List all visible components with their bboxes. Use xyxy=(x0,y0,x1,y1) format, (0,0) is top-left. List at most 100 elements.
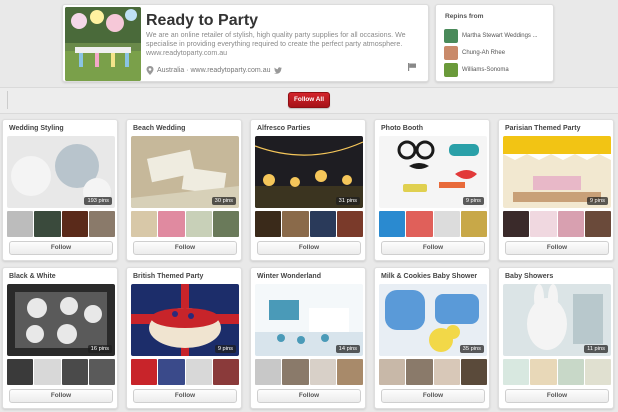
board-thumbnail[interactable] xyxy=(309,359,336,385)
board-thumbnail[interactable] xyxy=(131,359,158,385)
board-thumbnail[interactable] xyxy=(336,359,363,385)
board-title[interactable]: Black & White xyxy=(9,273,56,280)
bar-left-tab[interactable] xyxy=(0,91,8,109)
pin-count-badge: 35 pins xyxy=(459,345,484,353)
follow-all-button[interactable]: Follow All xyxy=(288,92,330,108)
follow-board-button[interactable]: Follow xyxy=(257,241,361,255)
board-thumbnail[interactable] xyxy=(584,359,611,385)
board-thumbnail[interactable] xyxy=(88,359,115,385)
board-thumbnails xyxy=(7,359,115,385)
board-card[interactable]: Alfresco Parties 31 pins Follow xyxy=(250,119,366,261)
board-thumbnail[interactable] xyxy=(379,359,406,385)
board-thumbnail[interactable] xyxy=(158,211,185,237)
board-thumbnail[interactable] xyxy=(530,359,557,385)
board-thumbnail[interactable] xyxy=(379,211,406,237)
report-flag-icon[interactable] xyxy=(408,63,416,71)
board-card[interactable]: Winter Wonderland 14 pins Follow xyxy=(250,267,366,409)
follow-board-button[interactable]: Follow xyxy=(257,389,361,403)
board-thumbnail[interactable] xyxy=(255,359,282,385)
repin-source-name: Martha Stewart Weddings ... xyxy=(462,33,538,39)
board-thumbnails xyxy=(255,359,363,385)
board-thumbnail[interactable] xyxy=(212,211,239,237)
board-card[interactable]: Photo Booth 9 pins Follow xyxy=(374,119,490,261)
board-thumbnail[interactable] xyxy=(309,211,336,237)
follow-board-button[interactable]: Follow xyxy=(381,241,485,255)
pin-count-badge: 31 pins xyxy=(335,197,360,205)
board-thumbnail[interactable] xyxy=(255,211,282,237)
board-title[interactable]: Photo Booth xyxy=(381,125,423,132)
board-thumbnail[interactable] xyxy=(61,211,88,237)
board-thumbnail[interactable] xyxy=(282,211,309,237)
board-thumbnail[interactable] xyxy=(34,359,61,385)
board-card[interactable]: British Themed Party 9 pins Follow xyxy=(126,267,242,409)
board-thumbnail[interactable] xyxy=(530,211,557,237)
follow-board-button[interactable]: Follow xyxy=(381,389,485,403)
board-cover-image[interactable]: 35 pins xyxy=(379,284,487,356)
board-thumbnail[interactable] xyxy=(185,359,212,385)
board-thumbnail[interactable] xyxy=(433,359,460,385)
board-thumbnails xyxy=(379,359,487,385)
board-thumbnail[interactable] xyxy=(433,211,460,237)
board-title[interactable]: Milk & Cookies Baby Shower xyxy=(381,273,477,280)
board-thumbnails xyxy=(255,211,363,237)
board-title[interactable]: Wedding Styling xyxy=(9,125,64,132)
board-thumbnails xyxy=(503,359,611,385)
board-cover-image[interactable]: 193 pins xyxy=(7,136,115,208)
board-thumbnail[interactable] xyxy=(212,359,239,385)
board-card[interactable]: Beach Wedding 30 pins Follow xyxy=(126,119,242,261)
board-thumbnail[interactable] xyxy=(460,211,487,237)
follow-board-button[interactable]: Follow xyxy=(133,241,237,255)
board-cover-image[interactable]: 31 pins xyxy=(255,136,363,208)
board-cover-image[interactable]: 9 pins xyxy=(379,136,487,208)
follow-board-button[interactable]: Follow xyxy=(9,389,113,403)
board-title[interactable]: Alfresco Parties xyxy=(257,125,310,132)
board-thumbnail[interactable] xyxy=(131,211,158,237)
board-cover-image[interactable]: 11 pins xyxy=(503,284,611,356)
repin-source-name: Williams-Sonoma xyxy=(462,67,509,73)
repin-source[interactable]: Williams-Sonoma xyxy=(444,63,509,77)
board-cover-image[interactable]: 30 pins xyxy=(131,136,239,208)
board-thumbnail[interactable] xyxy=(7,359,34,385)
board-title[interactable]: Beach Wedding xyxy=(133,125,185,132)
board-thumbnails xyxy=(379,211,487,237)
repin-source-name: Chung-Ah Rhee xyxy=(462,50,506,56)
board-cover-image[interactable]: 14 pins xyxy=(255,284,363,356)
repin-source[interactable]: Martha Stewart Weddings ... xyxy=(444,29,538,43)
board-card[interactable]: Milk & Cookies Baby Shower 35 pins Follow xyxy=(374,267,490,409)
board-cover-image[interactable]: 9 pins xyxy=(131,284,239,356)
board-thumbnail[interactable] xyxy=(34,211,61,237)
twitter-icon[interactable] xyxy=(274,67,283,74)
board-thumbnail[interactable] xyxy=(61,359,88,385)
follow-board-button[interactable]: Follow xyxy=(505,241,609,255)
board-thumbnail[interactable] xyxy=(557,359,584,385)
follow-board-button[interactable]: Follow xyxy=(505,389,609,403)
board-thumbnail[interactable] xyxy=(503,211,530,237)
board-cover-image[interactable]: 16 pins xyxy=(7,284,115,356)
board-thumbnail[interactable] xyxy=(503,359,530,385)
repin-avatar xyxy=(444,46,458,60)
follow-board-button[interactable]: Follow xyxy=(9,241,113,255)
follow-board-button[interactable]: Follow xyxy=(133,389,237,403)
board-card[interactable]: Black & White 16 pins Follow xyxy=(2,267,118,409)
board-thumbnail[interactable] xyxy=(406,359,433,385)
board-card[interactable]: Parisian Themed Party 9 pins Follow xyxy=(498,119,614,261)
board-thumbnail[interactable] xyxy=(7,211,34,237)
board-thumbnail[interactable] xyxy=(557,211,584,237)
board-title[interactable]: British Themed Party xyxy=(133,273,203,280)
profile-website-link[interactable]: www.readytoparty.com.au xyxy=(190,67,270,74)
board-thumbnail[interactable] xyxy=(336,211,363,237)
board-thumbnail[interactable] xyxy=(282,359,309,385)
board-title[interactable]: Parisian Themed Party xyxy=(505,125,580,132)
board-card[interactable]: Wedding Styling 193 pins Follow xyxy=(2,119,118,261)
board-cover-image[interactable]: 9 pins xyxy=(503,136,611,208)
board-thumbnail[interactable] xyxy=(185,211,212,237)
board-thumbnail[interactable] xyxy=(88,211,115,237)
repin-source[interactable]: Chung-Ah Rhee xyxy=(444,46,505,60)
board-title[interactable]: Winter Wonderland xyxy=(257,273,321,280)
board-title[interactable]: Baby Showers xyxy=(505,273,553,280)
board-card[interactable]: Baby Showers 11 pins Follow xyxy=(498,267,614,409)
board-thumbnail[interactable] xyxy=(158,359,185,385)
board-thumbnail[interactable] xyxy=(460,359,487,385)
board-thumbnail[interactable] xyxy=(584,211,611,237)
board-thumbnail[interactable] xyxy=(406,211,433,237)
